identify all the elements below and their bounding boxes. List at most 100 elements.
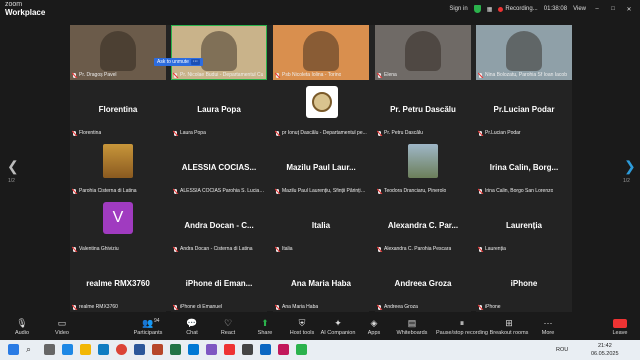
participant-tile[interactable]: Pr. Petru Dascălu Pr. Petru Dascălu xyxy=(375,83,471,138)
participant-display-name: realme RMX3760 xyxy=(86,279,150,288)
participant-display-name: Alexandra C. Par... xyxy=(387,221,459,230)
microphone-muted-icon xyxy=(173,188,178,194)
close-icon[interactable]: ✕ xyxy=(624,6,634,13)
chat-button[interactable]: 💬 Chat xyxy=(172,318,212,336)
pdf-icon[interactable] xyxy=(224,344,235,355)
windows-start-icon[interactable] xyxy=(8,344,19,355)
file-explorer-icon[interactable] xyxy=(80,344,91,355)
prev-page-icon[interactable]: ❮ xyxy=(7,158,19,175)
video-button[interactable]: ▭ Video xyxy=(42,318,82,336)
apps-button[interactable]: ◈ Apps xyxy=(354,318,394,336)
view-button[interactable]: View xyxy=(573,6,586,12)
zoom-logo: zoom Workplace xyxy=(5,1,45,17)
participant-tile[interactable]: Psb Nicoleta Iolina - Torino xyxy=(273,25,369,80)
participants-count: 94 xyxy=(154,318,160,324)
microphone-muted-icon xyxy=(173,72,178,78)
powerpoint-icon[interactable] xyxy=(152,344,163,355)
participant-tile[interactable]: Alexandra C. Par... Alexandra C. Parohia … xyxy=(375,199,471,254)
participant-video xyxy=(506,31,542,71)
clock-date[interactable]: 06.05.2025 xyxy=(591,351,619,357)
participant-tile[interactable]: Nina Bolozatu, Parohia Sf Ioan Iacob xyxy=(476,25,572,80)
search-icon[interactable]: ⌕ xyxy=(26,344,37,355)
participant-tile[interactable]: Ana Maria Haba Ana Maria Haba xyxy=(273,257,369,312)
ai-companion-button[interactable]: ✦ AI Companion xyxy=(318,318,358,336)
mail-icon[interactable] xyxy=(188,344,199,355)
sign-in-link[interactable]: Sign in xyxy=(449,6,467,12)
participant-tile[interactable]: pr Ionuț Dascălu - Departamentul pe... xyxy=(273,83,369,138)
leave-button[interactable]: Leave xyxy=(600,318,640,336)
maximize-icon[interactable]: □ xyxy=(608,6,618,12)
chrome-icon[interactable] xyxy=(116,344,127,355)
participant-tile[interactable]: Pr.Lucian Podar Pr.Lucian Podar xyxy=(476,83,572,138)
participant-tile[interactable]: Andra Docan - C... Andra Docan - Cisterna… xyxy=(171,199,267,254)
participant-tile[interactable]: Andreea Groza Andreea Groza xyxy=(375,257,471,312)
excel-icon[interactable] xyxy=(170,344,181,355)
pause-recording-button[interactable]: ⏸ Pause/stop recording xyxy=(436,318,488,336)
participant-tile[interactable]: Parohia Cisterna di Latina xyxy=(70,141,166,196)
participant-tile[interactable]: Mazilu Paul Laur... Mazilu Paul Laurențiu… xyxy=(273,141,369,196)
participant-tile[interactable]: V Valentina Ghiviziu xyxy=(70,199,166,254)
minimize-icon[interactable]: – xyxy=(592,6,602,12)
audio-button[interactable]: 🎙 Audio xyxy=(2,318,42,336)
shield-icon: ⛨ xyxy=(298,318,306,328)
participant-tile[interactable]: Elena xyxy=(375,25,471,80)
participant-display-name: Irina Calin, Borg... xyxy=(489,163,559,172)
microphone-muted-icon xyxy=(173,246,178,252)
participant-caption: ALESSIA COCIAS Parohia S. Lucia, Zel... xyxy=(173,188,265,194)
language-indicator[interactable]: ROU xyxy=(556,347,568,353)
participant-tile[interactable]: Pr. Dragoș Pavel xyxy=(70,25,166,80)
microphone-muted-icon xyxy=(173,304,178,310)
app3-icon[interactable] xyxy=(260,344,271,355)
ask-to-unmute-button[interactable]: Ask to unmute ··· xyxy=(154,58,203,66)
grid-icon[interactable]: ▦ xyxy=(487,6,493,13)
next-page-icon[interactable]: ❯ xyxy=(624,158,636,175)
app4-icon[interactable] xyxy=(278,344,289,355)
app5-icon[interactable] xyxy=(296,344,307,355)
participant-name: Pr. Petru Dascălu xyxy=(384,130,423,136)
app2-icon[interactable] xyxy=(242,344,253,355)
recording-indicator[interactable]: Recording... xyxy=(498,6,538,12)
participant-name: Parohia Cisterna di Latina xyxy=(79,188,137,194)
microphone-muted-icon xyxy=(72,188,77,194)
app-icon[interactable] xyxy=(206,344,217,355)
participant-name: Valentina Ghiviziu xyxy=(79,246,119,252)
microphone-muted-icon xyxy=(377,130,382,136)
edge-icon[interactable] xyxy=(98,344,109,355)
participant-name: Italia xyxy=(282,246,293,252)
participant-tile[interactable]: iPhone di Eman... iPhone di Emanuel xyxy=(171,257,267,312)
participant-name: iPhone di Emanuel xyxy=(180,304,222,310)
tile-more-button[interactable]: ··· xyxy=(190,59,200,65)
participants-button[interactable]: 👥 94 Participants xyxy=(128,318,168,336)
participant-caption: Pr.Lucian Podar xyxy=(478,130,570,136)
participant-caption: Italia xyxy=(275,246,367,252)
participant-display-name: Pr. Petru Dascălu xyxy=(390,105,456,114)
participant-tile[interactable]: Irina Calin, Borg... Irina Calin, Borgo S… xyxy=(476,141,572,196)
whiteboards-button[interactable]: ▤ Whiteboards xyxy=(392,318,432,336)
participant-display-name: ALESSIA COCIAS... xyxy=(181,163,257,172)
task-view-icon[interactable] xyxy=(44,344,55,355)
participant-tile[interactable]: Pr. Nicolae Budui - Departamentul Cu xyxy=(171,25,267,80)
clock-time[interactable]: 21:42 xyxy=(598,343,612,349)
participant-display-name: Florentina xyxy=(98,105,138,114)
shield-icon[interactable] xyxy=(473,5,481,13)
zoom-taskbar-icon[interactable] xyxy=(62,344,73,355)
participant-name: Elena xyxy=(384,72,397,78)
share-button[interactable]: ⬆ Share xyxy=(245,318,285,336)
host-tools-button[interactable]: ⛨ Host tools xyxy=(282,318,322,336)
react-button[interactable]: ♡ React xyxy=(208,318,248,336)
word-icon[interactable] xyxy=(134,344,145,355)
participant-tile[interactable]: Teodora Dranciaru, Pinerolo xyxy=(375,141,471,196)
participant-tile[interactable]: Laura Popa Laura Popa xyxy=(171,83,267,138)
pause-icon: ⏸ xyxy=(459,318,465,328)
participant-caption: Nina Bolozatu, Parohia Sf Ioan Iacob xyxy=(478,72,570,78)
participant-tile[interactable]: Florentina Florentina xyxy=(70,83,166,138)
apps-label: Apps xyxy=(367,330,381,336)
breakout-rooms-button[interactable]: ⊞ Breakout rooms xyxy=(489,318,529,336)
participant-tile[interactable]: Laurenția Laurenția xyxy=(476,199,572,254)
more-button[interactable]: ⋯ More xyxy=(528,318,568,336)
participant-tile[interactable]: Italia Italia xyxy=(273,199,369,254)
participant-tile[interactable]: iPhone iPhone xyxy=(476,257,572,312)
participant-name: Pr. Dragoș Pavel xyxy=(79,72,117,78)
participant-tile[interactable]: ALESSIA COCIAS... ALESSIA COCIAS Parohia … xyxy=(171,141,267,196)
participant-tile[interactable]: realme RMX3760 realme RMX3760 xyxy=(70,257,166,312)
